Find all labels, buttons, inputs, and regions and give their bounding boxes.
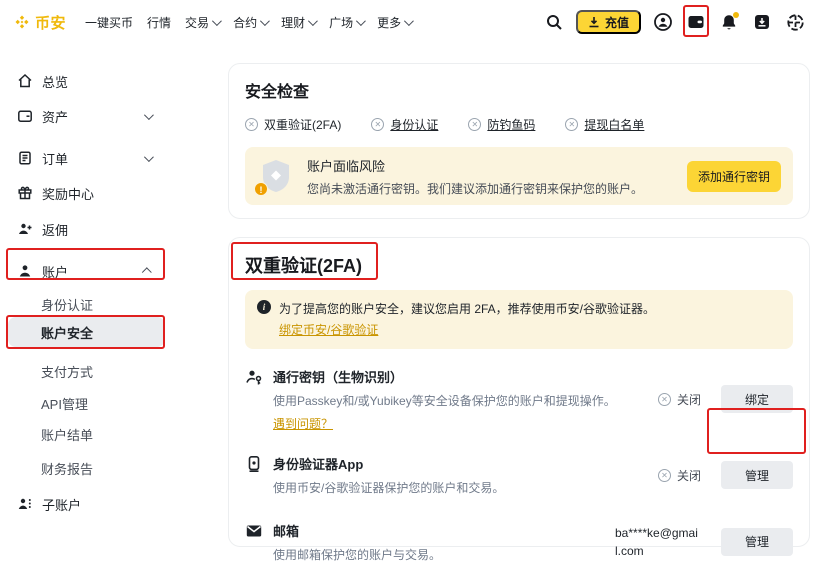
- search-icon[interactable]: [543, 11, 565, 33]
- row-title-email: 邮箱: [273, 521, 603, 540]
- manage-authenticator-button[interactable]: 管理: [721, 461, 793, 489]
- security-row-authenticator: 身份验证器App 使用币安/谷歌验证器保护您的账户和交易。 ✕ 关闭 管理: [245, 454, 793, 497]
- language-globe-icon[interactable]: [784, 11, 806, 33]
- security-check-list: ✕ 双重验证(2FA) ✕ 身份认证 ✕ 防钓鱼码 ✕ 提现白名单: [245, 116, 793, 133]
- sidebar-item-account[interactable]: 账户: [8, 256, 165, 286]
- wallet-outline-icon: [17, 108, 33, 124]
- add-passkey-button[interactable]: 添加通行密钥: [687, 161, 781, 192]
- two-factor-tip-banner: i 为了提高您的账户安全，建议您启用 2FA，推荐使用币安/谷歌验证器。 绑定币…: [245, 290, 793, 349]
- status-incomplete-icon: ✕: [468, 118, 481, 131]
- nav-item-futures[interactable]: 合约: [226, 14, 274, 31]
- warning-badge-icon: !: [254, 182, 268, 196]
- info-icon: i: [257, 300, 271, 314]
- chevron-down-icon: [144, 152, 154, 162]
- referral-icon: [17, 221, 33, 237]
- notification-bell-icon[interactable]: [718, 11, 740, 33]
- chevron-down-icon: [144, 110, 154, 120]
- nav-item-buy-crypto[interactable]: 一键买币: [78, 14, 140, 31]
- bind-authenticator-link[interactable]: 绑定币安/谷歌验证: [279, 321, 378, 339]
- sidebar-item-api-management[interactable]: API管理: [8, 388, 165, 418]
- status-off-icon: ✕: [658, 469, 671, 482]
- email-masked-value: ba****ke@gmail.com: [615, 524, 701, 560]
- account-risk-banner: ! 账户面临风险 您尚未激活通行密钥。我们建议添加通行密钥来保护您的账户。 添加…: [245, 147, 793, 205]
- chevron-down-icon: [404, 16, 414, 26]
- check-item-withdrawal-whitelist[interactable]: ✕ 提现白名单: [565, 116, 644, 133]
- sidebar-item-financial-reports[interactable]: 财务报告: [8, 453, 165, 483]
- sidebar-item-account-security[interactable]: 账户安全: [8, 317, 165, 347]
- passkey-icon: [245, 368, 263, 386]
- shield-warning-icon: !: [257, 157, 295, 195]
- sub-accounts-icon: [17, 496, 33, 512]
- nav-item-square[interactable]: 广场: [322, 14, 370, 31]
- status-incomplete-icon: ✕: [245, 118, 258, 131]
- risk-title: 账户面临风险: [307, 156, 643, 175]
- binance-logo[interactable]: 币安: [14, 12, 66, 33]
- sidebar-item-payment-methods[interactable]: 支付方式: [8, 356, 165, 386]
- row-desc-passkey: 使用Passkey和/或Yubikey等安全设备保护您的账户和提现操作。: [273, 393, 646, 410]
- chevron-down-icon: [212, 16, 222, 26]
- email-icon: [245, 522, 263, 540]
- row-desc-authenticator: 使用币安/谷歌验证器保护您的账户和交易。: [273, 480, 646, 497]
- nav-item-earn[interactable]: 理财: [274, 14, 322, 31]
- tip-text: 为了提高您的账户安全，建议您启用 2FA，推荐使用币安/谷歌验证器。: [279, 300, 655, 318]
- orders-icon: [17, 150, 33, 166]
- profile-icon[interactable]: [652, 11, 674, 33]
- notification-dot: [733, 12, 739, 18]
- logo-text: 币安: [35, 12, 66, 33]
- row-title-passkey: 通行密钥（生物识别）: [273, 367, 646, 386]
- chevron-down-icon: [308, 16, 318, 26]
- row-desc-email: 使用邮箱保护您的账户与交易。: [273, 547, 603, 563]
- check-item-anti-phishing-code[interactable]: ✕ 防钓鱼码: [468, 116, 535, 133]
- security-row-email: 邮箱 使用邮箱保护您的账户与交易。 ba****ke@gmail.com 管理: [245, 521, 793, 563]
- status-off-icon: ✕: [658, 393, 671, 406]
- nav-item-trade[interactable]: 交易: [178, 14, 226, 31]
- two-factor-card: 双重验证(2FA) i 为了提高您的账户安全，建议您启用 2FA，推荐使用币安/…: [228, 237, 810, 547]
- passkey-status: ✕ 关闭: [658, 391, 701, 408]
- manage-email-button[interactable]: 管理: [721, 528, 793, 556]
- security-check-card: 安全检查 ✕ 双重验证(2FA) ✕ 身份认证 ✕ 防钓鱼码 ✕ 提现白名单 !…: [228, 63, 810, 219]
- sidebar-item-assets[interactable]: 资产: [8, 101, 165, 131]
- chevron-up-icon: [142, 267, 152, 277]
- authenticator-app-icon: [245, 455, 263, 473]
- sidebar-item-orders[interactable]: 订单: [8, 143, 165, 173]
- nav-item-more[interactable]: 更多: [370, 14, 418, 31]
- deposit-button[interactable]: 充值: [576, 10, 641, 34]
- check-item-identity-verification[interactable]: ✕ 身份认证: [371, 116, 438, 133]
- security-row-passkey: 通行密钥（生物识别） 使用Passkey和/或Yubikey等安全设备保护您的账…: [245, 367, 793, 432]
- person-icon: [17, 263, 33, 279]
- check-item-2fa[interactable]: ✕ 双重验证(2FA): [245, 116, 341, 133]
- download-icon: [588, 16, 600, 28]
- sidebar-item-identity-verification[interactable]: 身份认证: [8, 289, 165, 319]
- wallet-icon[interactable]: [685, 11, 707, 33]
- sidebar-item-referral[interactable]: 返佣: [8, 214, 165, 244]
- bind-passkey-button[interactable]: 绑定: [721, 385, 793, 413]
- main-menu: 一键买币 行情 交易 合约 理财 广场 更多: [78, 14, 418, 31]
- authenticator-status: ✕ 关闭: [658, 467, 701, 484]
- nav-item-markets[interactable]: 行情: [140, 14, 178, 31]
- sidebar-item-overview[interactable]: 总览: [8, 66, 165, 96]
- having-trouble-link[interactable]: 遇到问题？: [273, 415, 333, 432]
- chevron-down-icon: [260, 16, 270, 26]
- download-app-icon[interactable]: [751, 11, 773, 33]
- home-icon: [17, 73, 33, 89]
- sidebar-item-account-statement[interactable]: 账户结单: [8, 419, 165, 449]
- top-nav: 币安 一键买币 行情 交易 合约 理财 广场 更多 充值: [0, 0, 816, 44]
- two-factor-title: 双重验证(2FA): [245, 252, 793, 278]
- status-incomplete-icon: ✕: [371, 118, 384, 131]
- status-incomplete-icon: ✕: [565, 118, 578, 131]
- risk-description: 您尚未激活通行密钥。我们建议添加通行密钥来保护您的账户。: [307, 180, 643, 197]
- binance-diamond-icon: [14, 14, 30, 30]
- chevron-down-icon: [356, 16, 366, 26]
- security-check-title: 安全检查: [245, 78, 793, 102]
- row-title-authenticator: 身份验证器App: [273, 454, 646, 473]
- sidebar-item-rewards-hub[interactable]: 奖励中心: [8, 178, 165, 208]
- rewards-icon: [17, 185, 33, 201]
- sidebar-item-sub-accounts[interactable]: 子账户: [8, 489, 165, 519]
